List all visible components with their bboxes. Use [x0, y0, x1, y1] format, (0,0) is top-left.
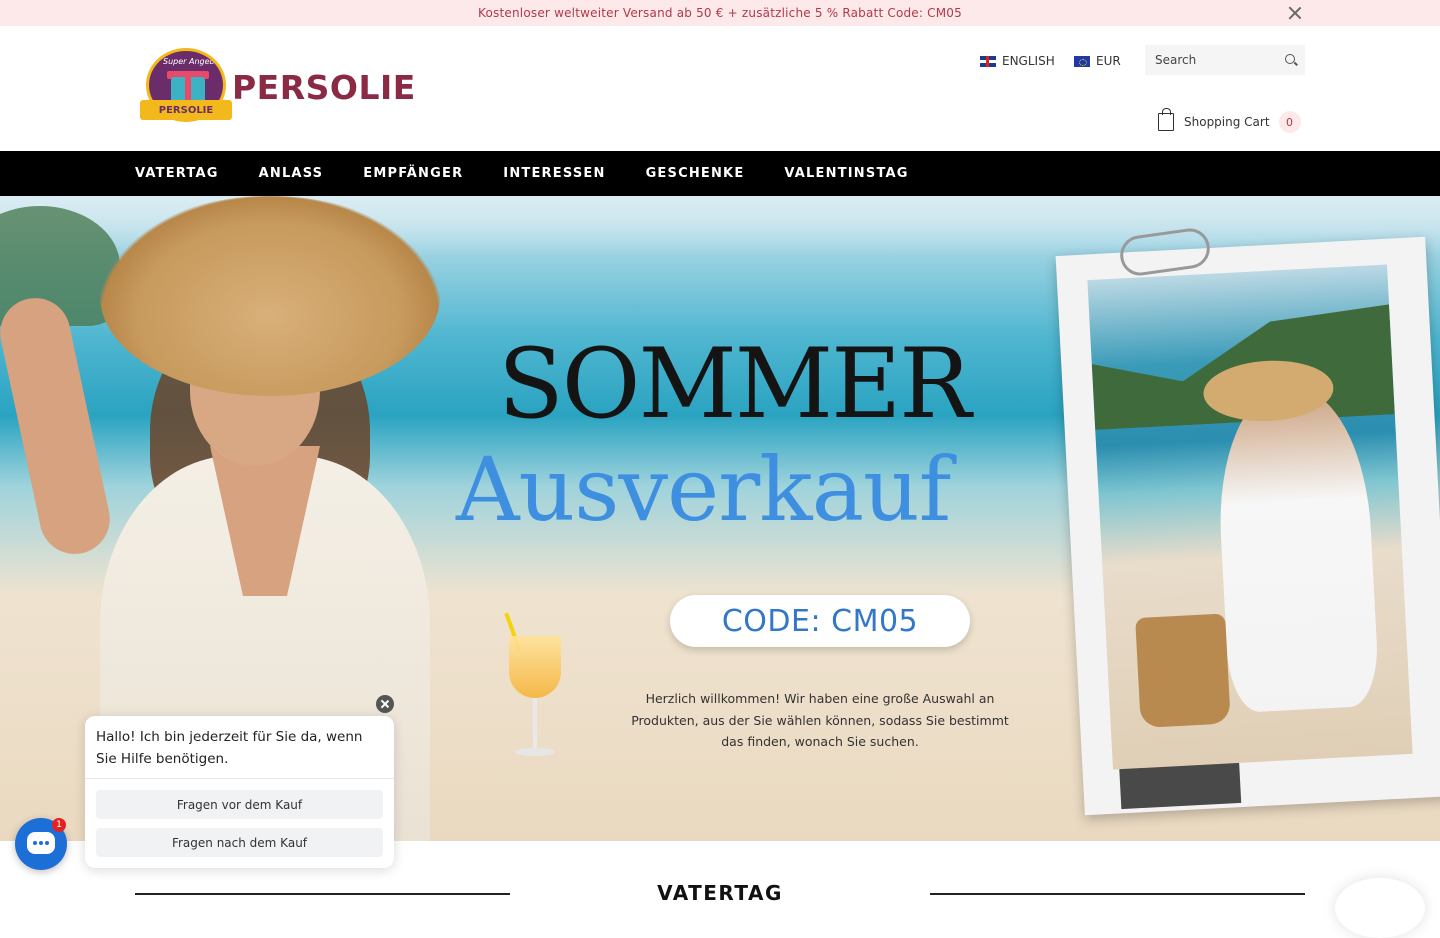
search-icon[interactable] [1285, 54, 1295, 64]
cocktail-glass-icon [504, 612, 565, 766]
hero-headline-1: SOMMER [498, 328, 971, 440]
site-logo[interactable]: Super Angebot PERSOLIE PERSOLIE [140, 46, 415, 126]
logo-wordmark: PERSOLIE [232, 68, 416, 107]
model-arm [0, 291, 117, 561]
logo-ribbon: PERSOLIE [140, 100, 232, 120]
nav-item-valentinstag[interactable]: VALENTINSTAG [784, 166, 908, 181]
site-header: Super Angebot PERSOLIE PERSOLIE ENGLISH … [0, 26, 1440, 151]
chat-close-icon[interactable] [376, 695, 394, 713]
language-label: ENGLISH [1002, 54, 1055, 68]
uk-flag-icon [980, 55, 996, 67]
close-icon[interactable] [1286, 4, 1304, 22]
currency-label: EUR [1096, 54, 1121, 68]
cart-label: Shopping Cart [1184, 115, 1270, 129]
announcement-bar: Kostenloser weltweiter Versand ab 50 € +… [0, 0, 1440, 26]
promo-code-text: CODE: CM05 [721, 603, 919, 639]
nav-item-vatertag[interactable]: VATERTAG [135, 166, 219, 181]
straw-hat [100, 196, 440, 396]
shopping-cart-link[interactable]: Shopping Cart 0 [1158, 108, 1301, 133]
nav-item-empfaenger[interactable]: EMPFÄNGER [363, 166, 463, 181]
hero-description: Herzlich willkommen! Wir haben eine groß… [631, 691, 1009, 749]
cart-count-badge: 0 [1278, 111, 1301, 133]
language-selector[interactable]: ENGLISH [980, 54, 1055, 68]
search-input[interactable] [1145, 45, 1271, 75]
hero-headline-2: Ausverkauf [456, 438, 951, 541]
announcement-text: Kostenloser weltweiter Versand ab 50 € +… [478, 6, 962, 20]
logo-badge-text: Super Angebot [163, 57, 223, 66]
chat-option-before-purchase[interactable]: Fragen vor dem Kauf [96, 790, 383, 819]
eu-flag-icon [1074, 55, 1090, 67]
nav-item-anlass[interactable]: ANLASS [259, 166, 324, 181]
currency-selector[interactable]: EUR [1074, 54, 1121, 68]
logo-ribbon-text: PERSOLIE [158, 104, 214, 116]
chat-icon [27, 832, 55, 854]
nav-item-interessen[interactable]: INTERESSEN [503, 166, 605, 181]
main-nav: VATERTAG ANLASS EMPFÄNGER INTERESSEN GES… [0, 151, 1440, 196]
section-heading: VATERTAG [0, 876, 1440, 905]
promo-code-pill: CODE: CM05 [670, 595, 970, 647]
chat-notification-badge: 1 [52, 818, 66, 832]
chat-popup: Hallo! Ich bin jederzeit für Sie da, wen… [85, 716, 394, 868]
section-divider-right [930, 893, 1305, 895]
search-box [1145, 45, 1305, 75]
polaroid-photo [1087, 264, 1413, 770]
nav-item-geschenke[interactable]: GESCHENKE [646, 166, 745, 181]
chat-option-after-purchase[interactable]: Fragen nach dem Kauf [96, 828, 383, 857]
floating-action-button[interactable] [1335, 878, 1425, 938]
shopping-bag-icon [1158, 108, 1174, 131]
chat-message: Hallo! Ich bin jederzeit für Sie da, wen… [85, 716, 394, 779]
